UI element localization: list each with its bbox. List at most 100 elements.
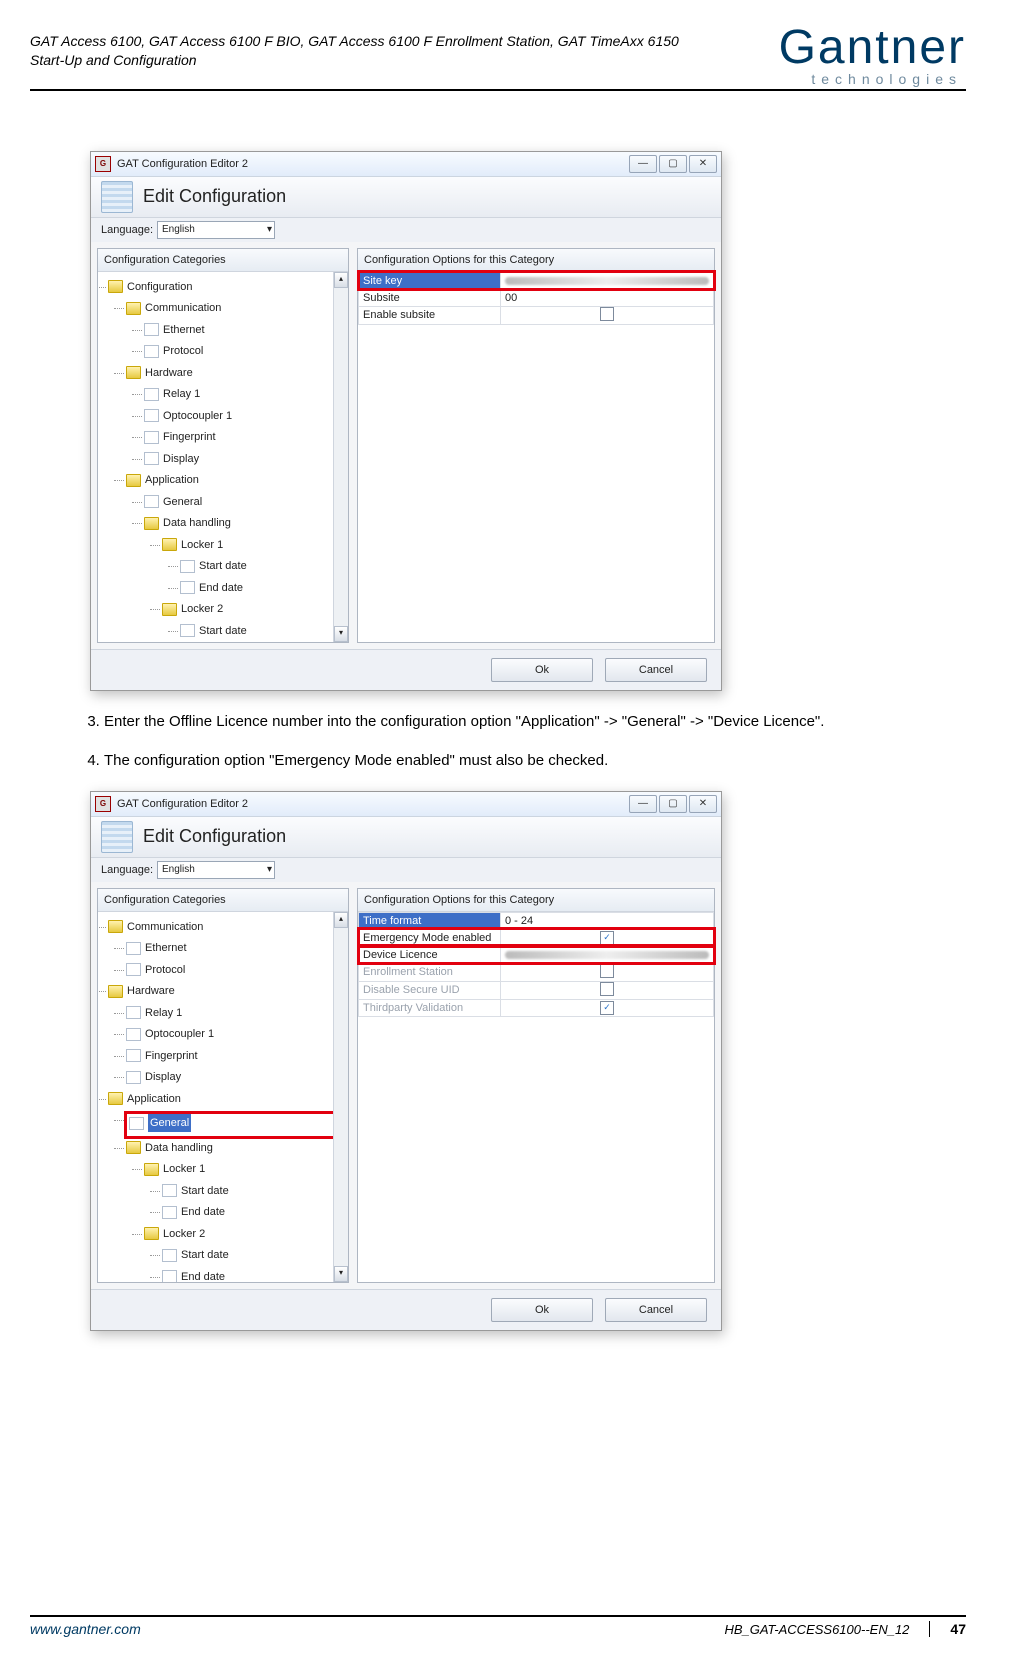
ok-button[interactable]: Ok	[491, 658, 593, 682]
chevron-down-icon: ▾	[267, 224, 272, 235]
step-4: The configuration option "Emergency Mode…	[104, 752, 946, 769]
folder-icon	[144, 1163, 159, 1176]
option-row-disable-uid[interactable]: Disable Secure UID	[359, 981, 714, 999]
banner: Edit Configuration	[91, 817, 721, 858]
tree-node[interactable]: Relay 1	[145, 1004, 182, 1022]
tree-scrollbar[interactable]: ▴ ▾	[333, 912, 348, 1282]
tree-node[interactable]: Locker 2	[163, 1225, 205, 1243]
file-icon	[126, 1049, 141, 1062]
checkbox-icon[interactable]	[600, 964, 614, 978]
option-value[interactable]	[501, 946, 714, 963]
tree-node[interactable]: End date	[181, 1268, 225, 1282]
language-select[interactable]: English ▾	[157, 861, 275, 879]
tree-node[interactable]: Fingerprint	[145, 1047, 198, 1065]
tree-node[interactable]: Locker 1	[181, 536, 223, 554]
tree-node[interactable]: Protocol	[163, 342, 203, 360]
tree-node[interactable]: Start date	[199, 557, 247, 575]
tree-node[interactable]: Protocol	[145, 961, 185, 979]
scroll-down-icon[interactable]: ▾	[334, 1266, 348, 1282]
option-value[interactable]: 00	[501, 289, 714, 306]
close-button[interactable]: ✕	[689, 795, 717, 813]
scroll-down-icon[interactable]: ▾	[334, 626, 348, 642]
tree-node[interactable]: Communication	[127, 918, 203, 936]
header-line2: Start-Up and Configuration	[30, 51, 679, 70]
tree-node[interactable]: Locker 2	[181, 600, 223, 618]
folder-icon	[108, 920, 123, 933]
option-row-device-licence[interactable]: Device Licence	[359, 946, 714, 963]
option-row-enable-subsite[interactable]: Enable subsite	[359, 306, 714, 324]
tree-node[interactable]: Data handling	[145, 1139, 213, 1157]
option-row-site-key[interactable]: Site key	[359, 272, 714, 289]
tree-node[interactable]: Start date	[199, 622, 247, 640]
folder-icon	[162, 538, 177, 551]
scroll-up-icon[interactable]: ▴	[334, 272, 348, 288]
option-row-thirdparty-val[interactable]: Thirdparty Validation ✓	[359, 999, 714, 1016]
tree-scrollbar[interactable]: ▴ ▾	[333, 272, 348, 642]
tree-node[interactable]: Data handling	[163, 514, 231, 532]
language-value: English	[162, 224, 195, 235]
screenshot-2: G GAT Configuration Editor 2 — ▢ ✕ Edit …	[90, 791, 946, 1331]
option-value[interactable]	[501, 272, 714, 289]
app-icon: G	[95, 796, 111, 812]
checkbox-icon[interactable]: ✓	[600, 931, 614, 945]
maximize-button[interactable]: ▢	[659, 155, 687, 173]
tree-view-2[interactable]: Communication Ethernet Protocol Hardware…	[98, 912, 348, 1282]
option-row-time-format[interactable]: Time format 0 - 24	[359, 912, 714, 929]
tree-node[interactable]: Display	[145, 1068, 181, 1086]
option-value[interactable]	[501, 981, 714, 999]
tree-node[interactable]: Start date	[181, 1182, 229, 1200]
tree-node-selected[interactable]: General	[148, 1114, 191, 1132]
tree-node[interactable]: Start date	[181, 1246, 229, 1264]
tree-node[interactable]: Optocoupler 1	[163, 407, 232, 425]
tree-node[interactable]: Locker 1	[163, 1160, 205, 1178]
file-icon	[129, 1117, 144, 1130]
tree-node[interactable]: General	[163, 493, 202, 511]
tree-node[interactable]: Hardware	[127, 982, 175, 1000]
option-value[interactable]: ✓	[501, 999, 714, 1016]
tree-node[interactable]: Hardware	[145, 364, 193, 382]
checkbox-icon[interactable]	[600, 307, 614, 321]
tree-node[interactable]: Relay 1	[163, 385, 200, 403]
option-value[interactable]: 0 - 24	[501, 912, 714, 929]
tree-node[interactable]: Display	[163, 450, 199, 468]
option-value[interactable]: ✓	[501, 929, 714, 946]
close-button[interactable]: ✕	[689, 155, 717, 173]
tree-node[interactable]: End date	[181, 1203, 225, 1221]
checkbox-icon[interactable]	[600, 982, 614, 996]
right-pane-header: Configuration Options for this Category	[358, 249, 714, 272]
tree-node[interactable]: Application	[145, 471, 199, 489]
file-icon	[162, 1270, 177, 1282]
file-icon	[126, 963, 141, 976]
footer-page-number: 47	[929, 1621, 966, 1637]
tree-view-1[interactable]: Configuration Communication Ethernet Pro…	[98, 272, 348, 642]
option-value[interactable]	[501, 963, 714, 981]
maximize-button[interactable]: ▢	[659, 795, 687, 813]
scroll-up-icon[interactable]: ▴	[334, 912, 348, 928]
tree-node[interactable]: Ethernet	[145, 939, 187, 957]
option-label: Emergency Mode enabled	[359, 929, 501, 946]
tree-node[interactable]: Communication	[145, 299, 221, 317]
minimize-button[interactable]: —	[629, 155, 657, 173]
language-select[interactable]: English ▾	[157, 221, 275, 239]
tree-node[interactable]: Configuration	[127, 278, 192, 296]
tree-node[interactable]: Ethernet	[163, 321, 205, 339]
cancel-button[interactable]: Cancel	[605, 658, 707, 682]
minimize-button[interactable]: —	[629, 795, 657, 813]
option-row-enrollment[interactable]: Enrollment Station	[359, 963, 714, 981]
header-line1: GAT Access 6100, GAT Access 6100 F BIO, …	[30, 32, 679, 51]
ok-button[interactable]: Ok	[491, 1298, 593, 1322]
obscured-value	[505, 277, 709, 285]
highlight-general: General	[124, 1111, 338, 1139]
option-value[interactable]	[501, 306, 714, 324]
option-row-subsite[interactable]: Subsite 00	[359, 289, 714, 306]
tree-node[interactable]: End date	[199, 579, 243, 597]
cancel-button[interactable]: Cancel	[605, 1298, 707, 1322]
checkbox-icon[interactable]: ✓	[600, 1001, 614, 1015]
option-row-emergency[interactable]: Emergency Mode enabled ✓	[359, 929, 714, 946]
tree-node[interactable]: Optocoupler 1	[145, 1025, 214, 1043]
file-icon	[144, 323, 159, 336]
option-label: Device Licence	[359, 946, 501, 963]
tree-node[interactable]: Fingerprint	[163, 428, 216, 446]
language-label: Language:	[101, 224, 153, 236]
tree-node[interactable]: Application	[127, 1090, 181, 1108]
